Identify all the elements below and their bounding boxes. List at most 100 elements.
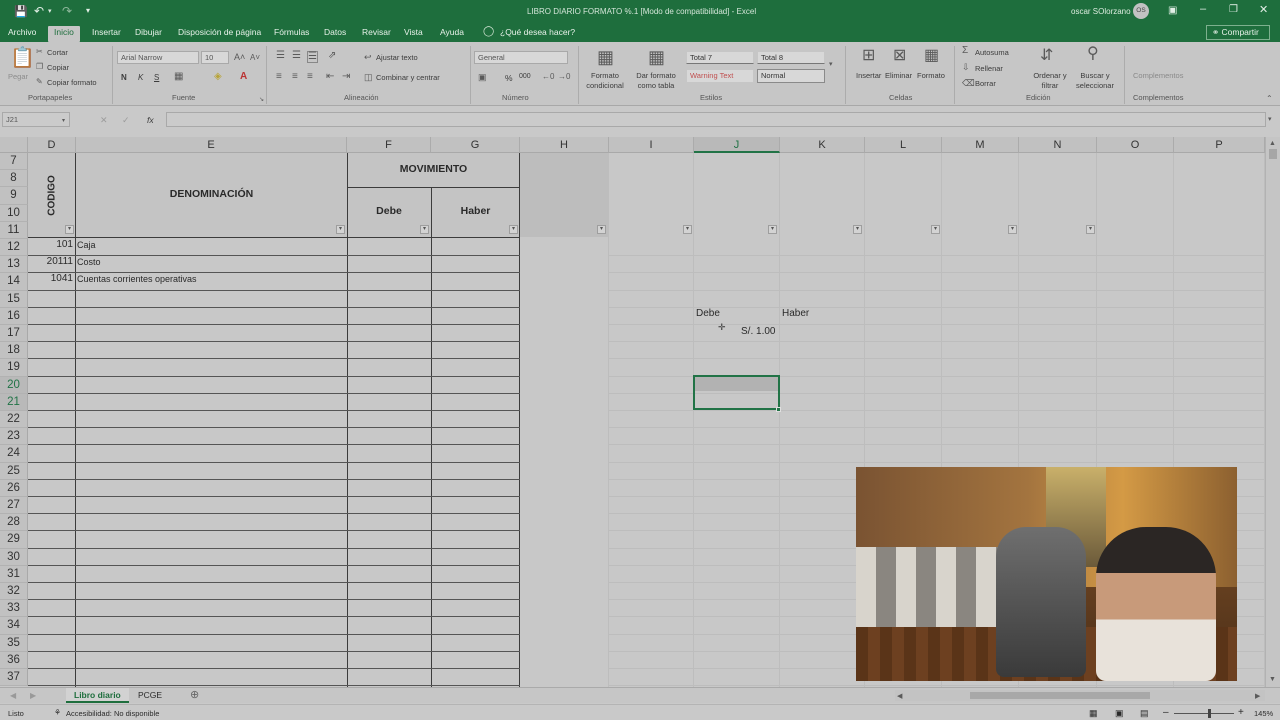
row-header-34[interactable]: 34 bbox=[0, 617, 28, 635]
worksheet-grid[interactable]: D E F G H I J K L M N O P 7 8 9 10 11 12 13 14 1… bbox=[0, 137, 1265, 687]
cancel-entry-icon[interactable]: ✕ bbox=[100, 115, 108, 125]
accessibility-status[interactable]: Accesibilidad: No disponible bbox=[66, 709, 159, 718]
ribbon-display-icon[interactable]: ▣ bbox=[1168, 5, 1177, 16]
copy-button[interactable]: Copiar bbox=[47, 63, 69, 72]
delete-cells-button[interactable]: Eliminar bbox=[885, 71, 912, 80]
insert-cells-icon[interactable]: ⊞ bbox=[862, 48, 875, 64]
thousands-button[interactable]: 000 bbox=[519, 73, 531, 80]
insert-cells-button[interactable]: Insertar bbox=[856, 71, 881, 80]
row-header-13[interactable]: 13 bbox=[0, 256, 28, 274]
conditional-format-icon[interactable]: ▦ bbox=[597, 48, 614, 66]
row-header-10[interactable]: 10 bbox=[0, 204, 28, 222]
column-header-k[interactable]: K bbox=[780, 137, 865, 153]
expand-formula-icon[interactable]: ▾ bbox=[1268, 115, 1272, 125]
align-right-icon[interactable]: ≡ bbox=[307, 72, 313, 82]
format-cells-icon[interactable]: ▦ bbox=[924, 48, 939, 64]
wrap-text-button[interactable]: Ajustar texto bbox=[376, 53, 418, 62]
format-painter-button[interactable]: Copiar formato bbox=[47, 78, 97, 87]
sheet-tab-pcge[interactable]: PCGE bbox=[138, 690, 162, 700]
align-left-icon[interactable]: ≡ bbox=[276, 72, 282, 82]
decrease-indent-icon[interactable]: ⇤ bbox=[326, 72, 334, 82]
zoom-slider[interactable] bbox=[1174, 713, 1234, 714]
fill-icon[interactable]: ⇩ bbox=[962, 62, 970, 72]
column-header-i[interactable]: I bbox=[609, 137, 694, 153]
entry-code[interactable]: 20111 bbox=[28, 256, 73, 267]
row-header-25[interactable]: 25 bbox=[0, 462, 28, 480]
row-header-30[interactable]: 30 bbox=[0, 548, 28, 566]
formula-input[interactable] bbox=[166, 112, 1266, 127]
column-header-f[interactable]: F bbox=[347, 137, 431, 153]
tell-me-search[interactable]: ¿Qué desea hacer? bbox=[500, 27, 575, 37]
row-header-29[interactable]: 29 bbox=[0, 531, 28, 549]
column-header-e[interactable]: E bbox=[76, 137, 347, 153]
zoom-slider-thumb[interactable] bbox=[1208, 709, 1211, 718]
tab-datos[interactable]: Datos bbox=[324, 27, 346, 37]
undo-icon[interactable]: ↶ bbox=[34, 4, 44, 18]
column-header-g[interactable]: G bbox=[431, 137, 520, 153]
tab-revisar[interactable]: Revisar bbox=[362, 27, 391, 37]
row-header-17[interactable]: 17 bbox=[0, 325, 28, 343]
filter-dropdown-button[interactable]: ▾ bbox=[336, 225, 345, 234]
row-header-20[interactable]: 20 bbox=[0, 376, 28, 394]
entry-name[interactable]: Caja bbox=[77, 240, 96, 250]
clear-button[interactable]: Borrar bbox=[975, 79, 996, 88]
filter-dropdown-button[interactable]: ▾ bbox=[65, 225, 74, 234]
italic-button[interactable]: K bbox=[138, 73, 143, 82]
undo-dropdown-icon[interactable]: ▾ bbox=[48, 7, 52, 15]
user-name[interactable]: oscar SOlorzano bbox=[1071, 7, 1131, 16]
restore-icon[interactable]: ❐ bbox=[1229, 4, 1238, 15]
entry-code[interactable]: 1041 bbox=[28, 273, 73, 284]
column-header-o[interactable]: O bbox=[1097, 137, 1174, 153]
close-icon[interactable]: ✕ bbox=[1259, 3, 1268, 16]
zoom-in-icon[interactable]: + bbox=[1238, 707, 1244, 718]
selected-range[interactable] bbox=[693, 375, 780, 410]
entry-code[interactable]: 101 bbox=[28, 239, 73, 250]
row-header-23[interactable]: 23 bbox=[0, 428, 28, 446]
align-middle-icon[interactable]: ☰ bbox=[292, 51, 301, 61]
cut-icon[interactable]: ✂ bbox=[36, 47, 43, 57]
shrink-font-icon[interactable]: A˅ bbox=[250, 53, 260, 63]
increase-decimal-icon[interactable]: ←0 bbox=[542, 72, 554, 82]
format-as-table-button[interactable]: Dar formato como tabla bbox=[632, 71, 680, 91]
column-header-d[interactable]: D bbox=[28, 137, 76, 153]
addins-button[interactable]: Complementos bbox=[1133, 71, 1183, 80]
side-haber-label[interactable]: Haber bbox=[782, 308, 809, 319]
page-break-icon[interactable]: ▤ bbox=[1140, 708, 1149, 719]
tab-archivo[interactable]: Archivo bbox=[8, 27, 36, 37]
filter-dropdown-button[interactable]: ▾ bbox=[420, 225, 429, 234]
fill-button[interactable]: Rellenar bbox=[975, 64, 1003, 73]
next-sheet-icon[interactable]: ▶ bbox=[30, 691, 36, 701]
row-header-12[interactable]: 12 bbox=[0, 239, 28, 257]
font-dialog-launcher-icon[interactable]: ↘ bbox=[259, 95, 264, 105]
wrap-text-icon[interactable]: ↩ bbox=[364, 52, 372, 62]
row-header-18[interactable]: 18 bbox=[0, 342, 28, 360]
filter-dropdown-button[interactable]: ▾ bbox=[597, 225, 606, 234]
copy-icon[interactable]: ❐ bbox=[36, 62, 43, 72]
style-warning-text[interactable]: Warning Text bbox=[686, 69, 754, 83]
row-header-7[interactable]: 7 bbox=[0, 153, 28, 171]
column-header-h[interactable]: H bbox=[520, 137, 609, 153]
row-header-27[interactable]: 27 bbox=[0, 497, 28, 515]
horizontal-scrollbar[interactable]: ◀ ▶ bbox=[895, 690, 1265, 701]
column-header-m[interactable]: M bbox=[942, 137, 1019, 153]
sheet-tab-libro-diario[interactable]: Libro diario bbox=[66, 688, 129, 703]
paste-icon[interactable]: 📋 bbox=[10, 48, 35, 68]
fill-color-icon[interactable]: ◈ bbox=[214, 72, 222, 82]
scroll-up-icon[interactable]: ▲ bbox=[1269, 139, 1276, 149]
vertical-scrollbar[interactable]: ▲ ▼ bbox=[1265, 137, 1280, 687]
find-select-icon[interactable]: ⚲ bbox=[1087, 46, 1099, 62]
scroll-down-icon[interactable]: ▼ bbox=[1269, 675, 1276, 685]
row-header-21[interactable]: 21 bbox=[0, 393, 28, 411]
row-header-31[interactable]: 31 bbox=[0, 565, 28, 583]
share-button[interactable]: ⚭ Compartir bbox=[1206, 25, 1270, 40]
filter-dropdown-button[interactable]: ▾ bbox=[768, 225, 777, 234]
zoom-out-icon[interactable]: – bbox=[1163, 707, 1169, 718]
delete-cells-icon[interactable]: ⊠ bbox=[893, 48, 906, 64]
quick-access-customize-icon[interactable]: ▾ bbox=[86, 6, 90, 15]
fill-handle[interactable] bbox=[776, 407, 781, 412]
bold-button[interactable]: N bbox=[121, 73, 127, 82]
paste-button[interactable]: Pegar bbox=[8, 72, 28, 81]
filter-dropdown-button[interactable]: ▾ bbox=[1086, 225, 1095, 234]
column-header-n[interactable]: N bbox=[1019, 137, 1097, 153]
row-header-37[interactable]: 37 bbox=[0, 669, 28, 687]
